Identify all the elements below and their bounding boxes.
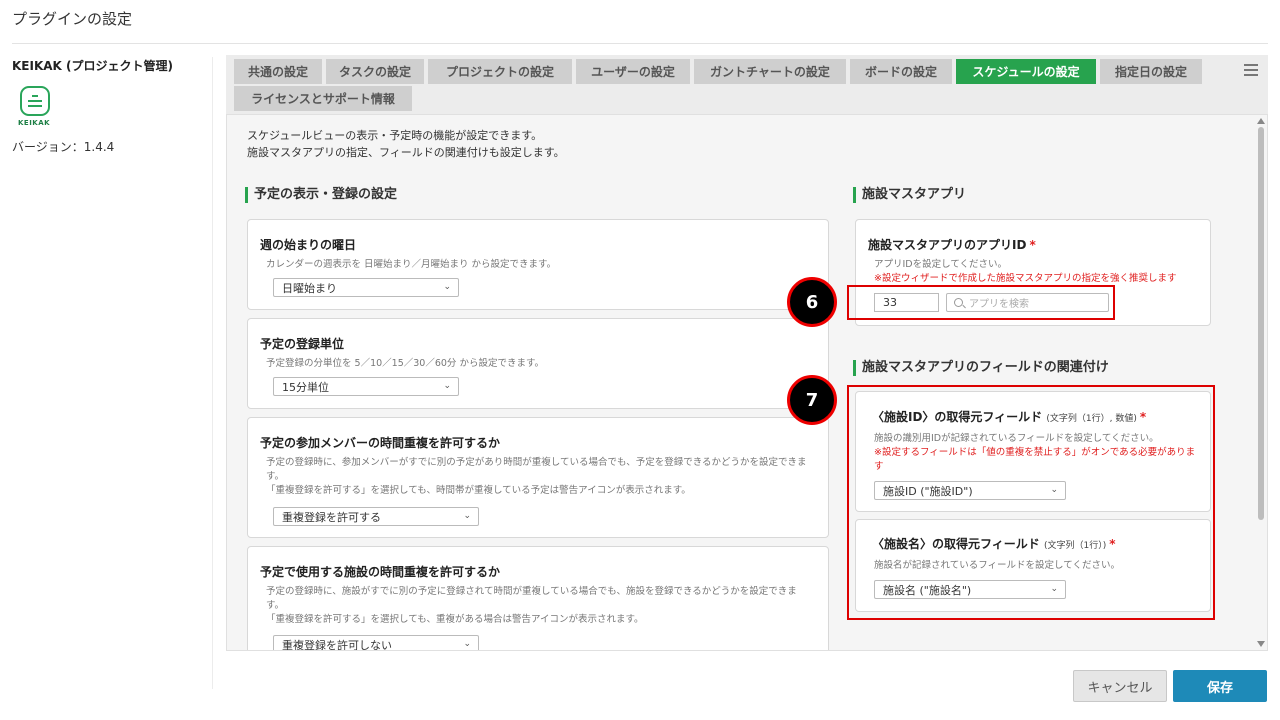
chevron-down-icon: ⌄ [443,282,451,292]
description-line-2: 施設マスタアプリの指定、フィールドの関連付けも設定します。 [247,146,565,159]
page-title: プラグインの設定 [12,10,133,28]
plugin-info: KEIKAK (プロジェクト管理) KEIKAK バージョン：1.4.4 [12,57,202,155]
member-overlap-select[interactable]: 重複登録を許可する ⌄ [273,507,479,526]
chevron-down-icon: ⌄ [463,511,471,521]
highlight-box-7 [847,385,1215,620]
scroll-down-icon[interactable] [1257,641,1265,647]
title-divider [12,43,1268,44]
week-start-select[interactable]: 日曜始まり ⌄ [273,278,459,297]
facility-overlap-desc-1: 予定の登録時に、施設がすでに別の予定に登録されて時間が重複している場合でも、施設… [266,586,797,597]
chevron-down-icon: ⌄ [443,381,451,391]
facility-overlap-desc: 予定の登録時に、施設がすでに別の予定に登録されて時間が重複している場合でも、施設… [266,585,826,627]
member-overlap-value: 重複登録を許可する [282,510,381,524]
register-unit-title: 予定の登録単位 [260,337,345,351]
tab-common[interactable]: 共通の設定 [234,59,322,84]
facility-overlap-card: 予定で使用する施設の時間重複を許可するか 予定の登録時に、施設がすでに別の予定に… [247,546,829,651]
scroll-up-icon[interactable] [1257,118,1265,124]
member-overlap-desc-2: す。 [266,471,285,482]
settings-tabs: 共通の設定 タスクの設定 プロジェクトの設定 ユーザーの設定 ガントチャートの設… [226,55,1268,114]
panel-scrollbar[interactable] [1255,115,1267,650]
tab-specified-date[interactable]: 指定日の設定 [1100,59,1202,84]
app-id-title: 施設マスタアプリのアプリID * [868,236,1036,253]
cancel-button[interactable]: キャンセル [1073,670,1167,702]
app-id-desc: アプリIDを設定してください。 [874,259,1008,270]
facility-overlap-value: 重複登録を許可しない [282,638,392,651]
description-line-1: スケジュールビューの表示・予定時の機能が設定できます。 [247,129,543,142]
tab-user[interactable]: ユーザーの設定 [576,59,690,84]
scroll-thumb[interactable] [1258,127,1264,520]
panel-description: スケジュールビューの表示・予定時の機能が設定できます。 施設マスタアプリの指定、… [247,127,565,161]
required-mark: * [1029,238,1036,252]
logo-text: KEIKAK [18,119,51,127]
register-unit-desc: 予定登録の分単位を 5／10／15／30／60分 から設定できます。 [266,358,544,369]
member-overlap-desc: 予定の登録時に、参加メンバーがすでに別の予定があり時間が重複している場合でも、予… [266,456,826,498]
hamburger-menu-icon[interactable] [1244,64,1258,76]
facility-overlap-desc-3: 「重複登録を許可する」を選択しても、重複がある場合は警告アイコンが表示されます。 [266,614,644,625]
plugin-version: バージョン：1.4.4 [12,140,115,154]
week-start-title: 週の始まりの曜日 [260,238,357,252]
week-start-card: 週の始まりの曜日 カレンダーの週表示を 日曜始まり／月曜始まり から設定できます… [247,219,829,310]
register-unit-value: 15分単位 [282,380,329,394]
register-unit-select[interactable]: 15分単位 ⌄ [273,377,459,396]
member-overlap-card: 予定の参加メンバーの時間重複を許可するか 予定の登録時に、参加メンバーがすでに別… [247,417,829,538]
save-button[interactable]: 保存 [1173,670,1267,702]
annotation-badge-7: 7 [787,375,837,425]
tab-project[interactable]: プロジェクトの設定 [428,59,572,84]
week-start-desc: カレンダーの週表示を 日曜始まり／月曜始まり から設定できます。 [266,259,557,270]
tab-schedule[interactable]: スケジュールの設定 [956,59,1096,84]
facility-overlap-desc-2: す。 [266,600,285,611]
annotation-badge-6: 6 [787,277,837,327]
sidebar-divider [212,57,213,689]
display-settings-heading: 予定の表示・登録の設定 [245,187,397,203]
app-id-warning: ※設定ウィザードで作成した施設マスタアプリの指定を強く推奨します [874,273,1177,284]
field-mapping-heading: 施設マスタアプリのフィールドの関連付け [853,360,1109,376]
chevron-down-icon: ⌄ [463,639,471,649]
facility-overlap-title: 予定で使用する施設の時間重複を許可するか [260,565,501,579]
member-overlap-title: 予定の参加メンバーの時間重複を許可するか [260,436,501,450]
highlight-box-6 [847,285,1115,320]
facility-overlap-select[interactable]: 重複登録を許可しない ⌄ [273,635,479,651]
keikak-logo-icon: KEIKAK [18,86,58,132]
tab-task[interactable]: タスクの設定 [326,59,424,84]
member-overlap-desc-3: 「重複登録を許可する」を選択しても、時間帯が重複している予定は警告アイコンが表示… [266,485,691,496]
tab-license[interactable]: ライセンスとサポート情報 [234,86,412,111]
tab-board[interactable]: ボードの設定 [850,59,952,84]
plugin-name: KEIKAK (プロジェクト管理) [12,59,173,73]
tab-gantt[interactable]: ガントチャートの設定 [694,59,846,84]
facility-master-heading: 施設マスタアプリ [853,187,966,203]
member-overlap-desc-1: 予定の登録時に、参加メンバーがすでに別の予定があり時間が重複している場合でも、予… [266,457,807,468]
app-id-title-text: 施設マスタアプリのアプリID [868,238,1027,252]
week-start-value: 日曜始まり [282,281,337,295]
register-unit-card: 予定の登録単位 予定登録の分単位を 5／10／15／30／60分 から設定できま… [247,318,829,409]
